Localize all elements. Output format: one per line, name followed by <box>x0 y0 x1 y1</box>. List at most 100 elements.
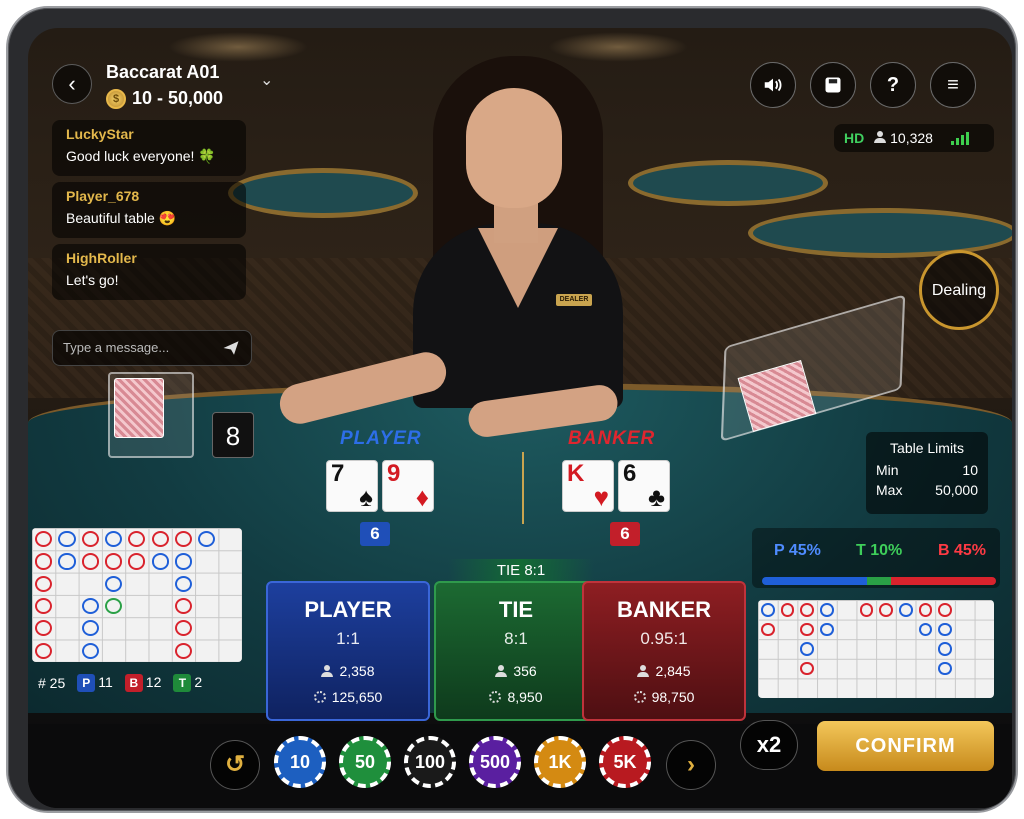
player-card: 7 ♠ <box>326 460 378 512</box>
dealer-face <box>466 88 562 208</box>
tie-percent: T 10% <box>856 542 903 559</box>
card-count: 8 <box>212 412 254 458</box>
banker-card: K ♥ <box>562 460 614 512</box>
road-bead <box>81 553 99 570</box>
heart-icon: ♥ <box>593 482 609 512</box>
double-button[interactable]: x2 <box>740 720 798 770</box>
road-bead <box>128 553 146 570</box>
banker-tag: B <box>124 674 143 692</box>
banker-card: 6 ♣ <box>618 460 670 512</box>
chat-text: Beautiful table 😍 <box>66 210 177 226</box>
ceiling-light <box>548 32 688 62</box>
road-bead <box>35 553 53 570</box>
send-icon[interactable] <box>221 339 241 357</box>
road-bead <box>938 622 952 637</box>
player-tag: P <box>77 674 96 692</box>
tie-payout-banner: TIE 8:1 <box>448 559 594 583</box>
club-icon: ♣ <box>647 482 665 512</box>
tablet-frame: DEALER ‹ Baccarat A01 $ 10 - 50,000 ⌄ ? … <box>6 6 1018 813</box>
road-bead <box>81 531 99 548</box>
hand-divider <box>522 452 524 524</box>
table-dropdown-chevron-icon[interactable]: ⌄ <box>260 70 273 90</box>
amount-value: 125,650 <box>331 689 383 705</box>
chip-10[interactable]: 10 <box>274 736 326 788</box>
tie-bet-area[interactable]: TIE 8:1 356 8,950 <box>434 581 598 721</box>
chip-100[interactable]: 100 <box>404 736 456 788</box>
save-icon <box>825 77 841 93</box>
back-button[interactable]: ‹ <box>52 64 92 104</box>
road-bead <box>104 575 123 592</box>
chip-icon <box>633 691 646 703</box>
undo-button[interactable]: ↺ <box>210 740 260 790</box>
player-count: 11 <box>98 674 113 690</box>
road-bead <box>800 622 815 637</box>
bet-range-text: 10 - 50,000 <box>132 88 224 108</box>
road-grid <box>32 528 242 662</box>
players-count: 356 <box>513 663 537 679</box>
bet-players: 356 <box>436 663 596 679</box>
chat-message: LuckyStar Good luck everyone! 🍀 <box>52 120 246 176</box>
chip-5k[interactable]: 5K <box>599 736 651 788</box>
person-icon <box>495 665 508 677</box>
amount-value: 98,750 <box>651 689 695 705</box>
banker-bet-area[interactable]: BANKER 0.95:1 2,845 98,750 <box>582 581 746 721</box>
chip-icon <box>313 691 326 703</box>
road-bead <box>761 622 775 637</box>
bet-players: 2,358 <box>268 663 428 679</box>
person-icon <box>637 665 650 677</box>
banker-percent: B 45% <box>938 542 987 559</box>
road-grid <box>758 600 994 698</box>
bet-name: BANKER <box>616 597 712 622</box>
road-bead <box>58 553 76 570</box>
menu-button[interactable]: ≡ <box>930 62 976 108</box>
chat-text: Good luck everyone! 🍀 <box>66 148 216 164</box>
bet-amount: 8,950 <box>436 689 596 705</box>
person-icon <box>321 665 334 677</box>
chip-icon <box>489 691 502 703</box>
tie-count: 2 <box>194 674 203 690</box>
ceiling-light <box>168 32 308 62</box>
confirm-button[interactable]: CONFIRM <box>817 721 994 771</box>
road-bead <box>174 553 193 570</box>
background-table <box>748 208 1012 258</box>
chip-1k[interactable]: 1K <box>534 736 586 788</box>
chip-50[interactable]: 50 <box>339 736 391 788</box>
road-bead <box>898 603 913 617</box>
player-hand-label: PLAYER <box>340 428 422 449</box>
road-bead <box>780 603 795 617</box>
players-count: 2,358 <box>339 663 375 679</box>
banker-wins: B 12 <box>124 674 161 692</box>
chip-500[interactable]: 500 <box>469 736 521 788</box>
road-bead <box>938 603 952 617</box>
stream-info: HD 10,328 <box>834 124 994 152</box>
chevron-right-icon: › <box>687 751 695 778</box>
dealer-badge: DEALER <box>556 294 592 306</box>
bet-amount: 98,750 <box>584 689 744 705</box>
road-bead <box>859 603 874 617</box>
derived-road[interactable] <box>758 600 994 698</box>
sound-button[interactable] <box>750 62 796 108</box>
bet-odds: 8:1 <box>504 629 528 648</box>
rounds-count: # 25 <box>38 675 66 691</box>
road-bead <box>800 603 815 617</box>
player-card: 9 ♦ <box>382 460 434 512</box>
road-bead <box>81 597 99 615</box>
chat-username: LuckyStar <box>66 126 134 142</box>
banker-score: 6 <box>610 522 640 546</box>
dealing-status: Dealing <box>919 250 999 330</box>
save-button[interactable] <box>810 62 856 108</box>
bet-name: PLAYER <box>304 597 392 622</box>
diamond-icon: ♦ <box>415 482 429 512</box>
chat-username: HighRoller <box>66 250 137 266</box>
big-road[interactable] <box>32 528 242 662</box>
road-bead <box>820 603 834 617</box>
help-button[interactable]: ? <box>870 62 916 108</box>
player-bet-area[interactable]: PLAYER 1:1 2,358 125,650 <box>266 581 430 721</box>
bet-odds: 1:1 <box>336 629 360 648</box>
win-percent-bar <box>762 577 996 585</box>
card-rank: K <box>567 460 585 487</box>
bet-amount: 125,650 <box>268 689 428 705</box>
player-percent: P 45% <box>774 542 821 559</box>
background-table <box>228 168 418 218</box>
next-chips-button[interactable]: › <box>666 740 716 790</box>
